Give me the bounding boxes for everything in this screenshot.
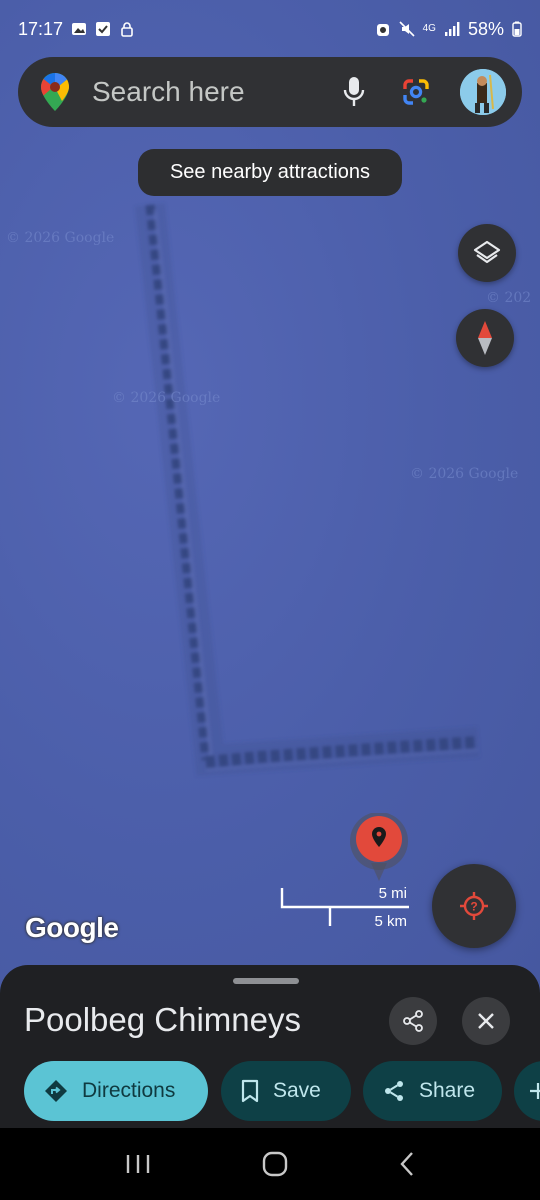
search-input[interactable]: Search here: [92, 76, 314, 108]
signal-icon: [444, 22, 460, 36]
system-nav-bar: [0, 1128, 540, 1200]
avatar[interactable]: [460, 69, 506, 115]
directions-button[interactable]: Directions: [24, 1061, 208, 1121]
place-bottom-sheet[interactable]: Poolbeg Chimneys Directions Save Share: [0, 965, 540, 1128]
mute-icon: [399, 21, 415, 37]
layers-icon: [473, 240, 501, 264]
directions-icon: [45, 1080, 67, 1102]
home-icon[interactable]: [262, 1151, 288, 1177]
share-icon: [385, 1081, 403, 1101]
bookmark-icon: [241, 1079, 259, 1103]
scale-km-label: 5 km: [374, 913, 407, 930]
svg-text:?: ?: [470, 900, 477, 914]
share-label: Share: [419, 1079, 476, 1102]
save-label: Save: [273, 1079, 321, 1102]
add-icon: [530, 1083, 540, 1099]
save-button[interactable]: Save: [221, 1061, 351, 1121]
share-button[interactable]: Share: [363, 1061, 502, 1121]
recent-apps-icon[interactable]: [125, 1153, 151, 1175]
lock-icon: [121, 22, 133, 37]
map-watermark: © 2026 Google: [6, 230, 115, 246]
map-watermark: © 202: [486, 290, 532, 306]
lens-search-button[interactable]: [394, 70, 438, 114]
share-icon: [403, 1010, 423, 1032]
directions-label: Directions: [82, 1079, 176, 1102]
compass-button[interactable]: [456, 309, 514, 367]
place-title: Poolbeg Chimneys: [24, 1001, 301, 1038]
microphone-icon: [343, 77, 365, 106]
checkbox-icon: [96, 22, 111, 36]
close-icon: [478, 1013, 494, 1029]
search-bar[interactable]: Search here: [18, 57, 522, 127]
more-actions-button[interactable]: [514, 1061, 540, 1121]
nearby-attractions-chip[interactable]: See nearby attractions: [138, 149, 402, 196]
compass-icon: [478, 321, 492, 355]
maps-pin-icon: [41, 73, 69, 111]
battery-icon: [512, 21, 522, 37]
share-place-button[interactable]: [389, 997, 437, 1045]
status-bar: 17:17 4G 58%: [0, 0, 540, 58]
status-time: 17:17: [18, 18, 64, 39]
layers-button[interactable]: [458, 224, 516, 282]
map-watermark: © 2026 Google: [112, 390, 221, 406]
close-sheet-button[interactable]: [462, 997, 510, 1045]
battery-percent: 58%: [467, 18, 504, 39]
my-location-button[interactable]: ?: [432, 864, 516, 948]
alarm-icon: [376, 24, 389, 36]
scale-miles-label: 5 mi: [378, 885, 407, 902]
network-label: 4G: [422, 23, 436, 34]
back-icon[interactable]: [399, 1151, 415, 1177]
location-unknown-icon: ?: [460, 892, 488, 920]
gallery-icon: [72, 23, 87, 35]
voice-search-button[interactable]: [332, 70, 376, 114]
google-logo: Google: [25, 912, 119, 943]
place-marker-icon[interactable]: [349, 813, 409, 883]
map-watermark: © 2026 Google: [410, 466, 519, 482]
avatar-figure-icon: [460, 69, 506, 115]
google-lens-icon: [403, 79, 429, 105]
sheet-drag-handle[interactable]: [233, 978, 299, 984]
map-scale: 5 mi 5 km: [279, 884, 411, 930]
